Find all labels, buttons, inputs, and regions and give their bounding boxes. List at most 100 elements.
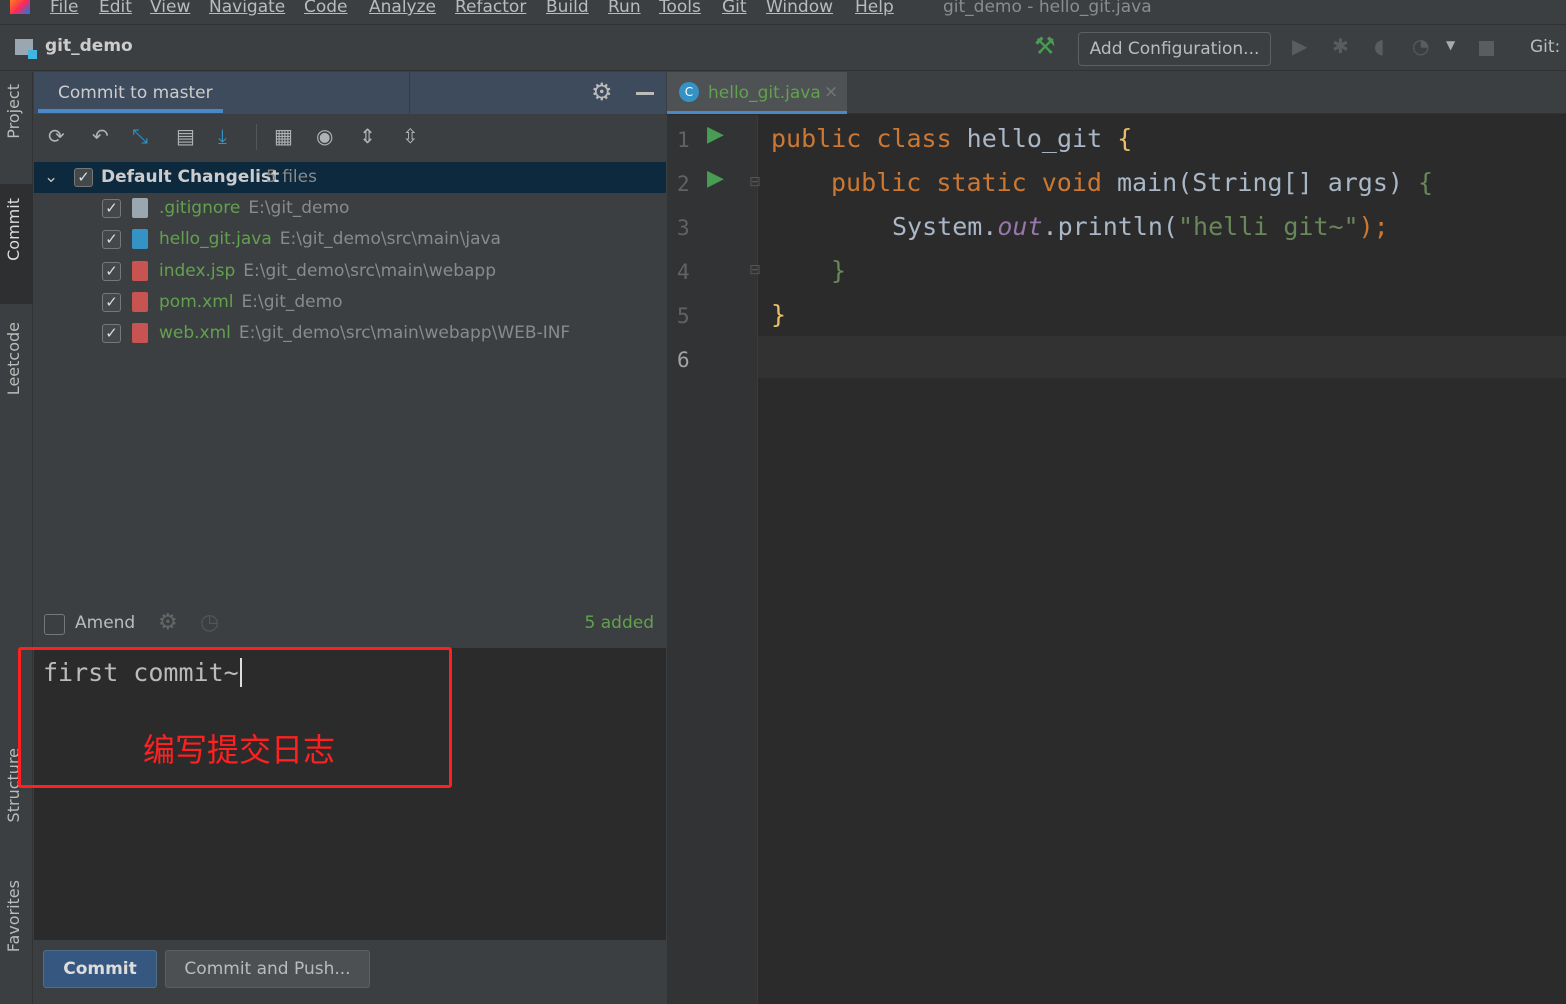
menu-view[interactable]: View: [150, 0, 190, 17]
file-name: index.jsp: [159, 260, 236, 281]
build-hammer-icon[interactable]: ⚒: [1034, 32, 1056, 60]
run-dropdown-icon[interactable]: ▼: [1446, 38, 1455, 52]
file-row[interactable]: ✓ index.jsp E:\git_demo\src\main\webapp: [34, 256, 666, 287]
file-path: E:\git_demo\src\main\java: [279, 229, 501, 250]
menu-tools[interactable]: Tools: [659, 0, 701, 17]
line-number: 6: [677, 348, 690, 372]
fold-icon[interactable]: ⊟: [749, 262, 761, 278]
file-path: E:\git_demo: [248, 198, 350, 218]
changelist-row[interactable]: ⌄ ✓ Default Changelist 5 files: [34, 162, 666, 193]
file-row[interactable]: ✓ hello_git.java E:\git_demo\src\main\jav…: [34, 224, 666, 255]
line-number: 4: [677, 260, 690, 284]
refresh-icon[interactable]: ⟳: [48, 124, 65, 148]
changelist-count: 5 files: [266, 167, 317, 187]
fold-icon[interactable]: ⊟: [749, 174, 761, 190]
run-gutter-icon[interactable]: ▶: [707, 166, 724, 191]
collapse-all-icon[interactable]: ⇳: [402, 124, 419, 148]
tool-window-stripe: Project Commit Leetcode Structure Favori…: [0, 72, 33, 1004]
debug-icon[interactable]: ✱: [1332, 34, 1349, 58]
commit-and-push-button[interactable]: Commit and Push...: [165, 950, 370, 988]
code-line-5: }: [771, 300, 787, 329]
settings-gear-icon[interactable]: ⚙: [591, 78, 613, 106]
commit-panel-header: Commit to master ⚙: [34, 72, 666, 114]
text-file-icon: [132, 198, 148, 218]
stripe-leetcode[interactable]: Leetcode: [4, 322, 23, 395]
history-clock-icon[interactable]: ◷: [200, 610, 219, 635]
annotation-text: 编写提交日志: [143, 731, 336, 769]
close-tab-icon[interactable]: ×: [824, 82, 838, 102]
file-name: .gitignore: [159, 198, 241, 218]
current-line-highlight: [758, 336, 1566, 378]
group-by-icon[interactable]: ▦: [274, 124, 293, 148]
expand-all-icon[interactable]: ⇕: [359, 124, 376, 148]
menu-git[interactable]: Git: [722, 0, 747, 17]
chevron-down-icon[interactable]: ⌄: [44, 162, 58, 193]
file-checkbox[interactable]: ✓: [102, 292, 121, 312]
stripe-commit[interactable]: Commit: [4, 198, 23, 261]
file-checkbox[interactable]: ✓: [102, 230, 121, 250]
menu-analyze[interactable]: Analyze: [369, 0, 436, 17]
commit-panel: Commit to master ⚙ ⟳ ↶ ⤡ ▤ ⤓ ▦ ◉ ⇕ ⇳ ⌄ ✓…: [18, 72, 666, 1004]
code-line-1: public class hello_git {: [771, 124, 1133, 153]
commit-options-gear-icon[interactable]: ⚙: [158, 610, 178, 635]
diff-icon[interactable]: ⤡: [132, 124, 148, 148]
menu-build[interactable]: Build: [546, 0, 589, 17]
rollback-icon[interactable]: ↶: [92, 124, 109, 148]
stripe-favorites[interactable]: Favorites: [4, 880, 23, 952]
file-checkbox[interactable]: ✓: [102, 324, 121, 344]
tab-label: hello_git.java: [708, 83, 821, 103]
file-path: E:\git_demo: [241, 291, 343, 312]
window-title: git_demo - hello_git.java: [943, 0, 1152, 17]
line-number: 2: [677, 172, 690, 196]
tab-commit-to-master[interactable]: Commit to master: [58, 83, 213, 103]
add-configuration-button[interactable]: Add Configuration...: [1078, 32, 1271, 66]
menu-code[interactable]: Code: [304, 0, 348, 17]
code-editor[interactable]: C hello_git.java × 1 2 3 4 5 6 ▶ ▶ ⊟ ⊟ p…: [667, 72, 1566, 1004]
menu-refactor[interactable]: Refactor: [455, 0, 526, 17]
amend-label[interactable]: Amend: [75, 613, 135, 633]
editor-tabs: C hello_git.java ×: [667, 72, 1566, 114]
app-logo-icon: [10, 0, 30, 14]
run-icon[interactable]: ▶: [1292, 34, 1307, 58]
update-download-icon[interactable]: ⤓: [218, 124, 227, 148]
menu-window[interactable]: Window: [766, 0, 833, 17]
annotation-box: 编写提交日志: [18, 647, 452, 788]
amend-checkbox[interactable]: [44, 614, 65, 635]
tab-hello-git-java[interactable]: C hello_git.java ×: [667, 72, 847, 114]
line-number: 5: [677, 304, 690, 328]
profile-icon[interactable]: ◔: [1412, 34, 1429, 58]
file-row[interactable]: ✓ pom.xml E:\git_demo: [34, 287, 666, 318]
stripe-project[interactable]: Project: [4, 84, 23, 139]
file-checkbox[interactable]: ✓: [102, 261, 121, 281]
coverage-icon[interactable]: ◖: [1374, 34, 1385, 58]
commit-button[interactable]: Commit: [43, 950, 157, 988]
file-checkbox[interactable]: ✓: [102, 199, 121, 218]
menu-file[interactable]: File: [50, 0, 78, 17]
changelist-icon[interactable]: ▤: [176, 124, 195, 148]
menu-edit[interactable]: Edit: [99, 0, 132, 17]
file-row[interactable]: ✓ web.xml E:\git_demo\src\main\webapp\WEB…: [34, 318, 666, 349]
line-number: 3: [677, 216, 690, 240]
menu-bar: File Edit View Navigate Code Analyze Ref…: [0, 0, 1566, 25]
project-folder-icon: [15, 39, 37, 59]
changelist-name: Default Changelist: [101, 167, 280, 187]
line-number: 1: [677, 128, 690, 152]
view-options-eye-icon[interactable]: ◉: [316, 124, 333, 148]
file-name: pom.xml: [159, 291, 234, 312]
menu-help[interactable]: Help: [855, 0, 894, 17]
menu-run[interactable]: Run: [608, 0, 641, 17]
minimize-icon[interactable]: [636, 92, 654, 95]
java-class-icon: C: [679, 82, 699, 102]
added-status: 5 added: [584, 613, 654, 633]
file-row[interactable]: ✓ .gitignore E:\git_demo: [34, 193, 666, 224]
run-gutter-icon[interactable]: ▶: [707, 122, 724, 147]
code-line-4: }: [831, 256, 847, 285]
project-name[interactable]: git_demo: [45, 36, 133, 56]
file-name: web.xml: [159, 323, 231, 344]
xml-file-icon: [132, 323, 148, 344]
file-name: hello_git.java: [159, 229, 272, 250]
changelist-checkbox[interactable]: ✓: [74, 168, 93, 187]
menu-navigate[interactable]: Navigate: [209, 0, 285, 17]
code-line-2: public static void main(String[] args) {: [831, 168, 1434, 197]
stop-icon[interactable]: [1479, 41, 1494, 56]
